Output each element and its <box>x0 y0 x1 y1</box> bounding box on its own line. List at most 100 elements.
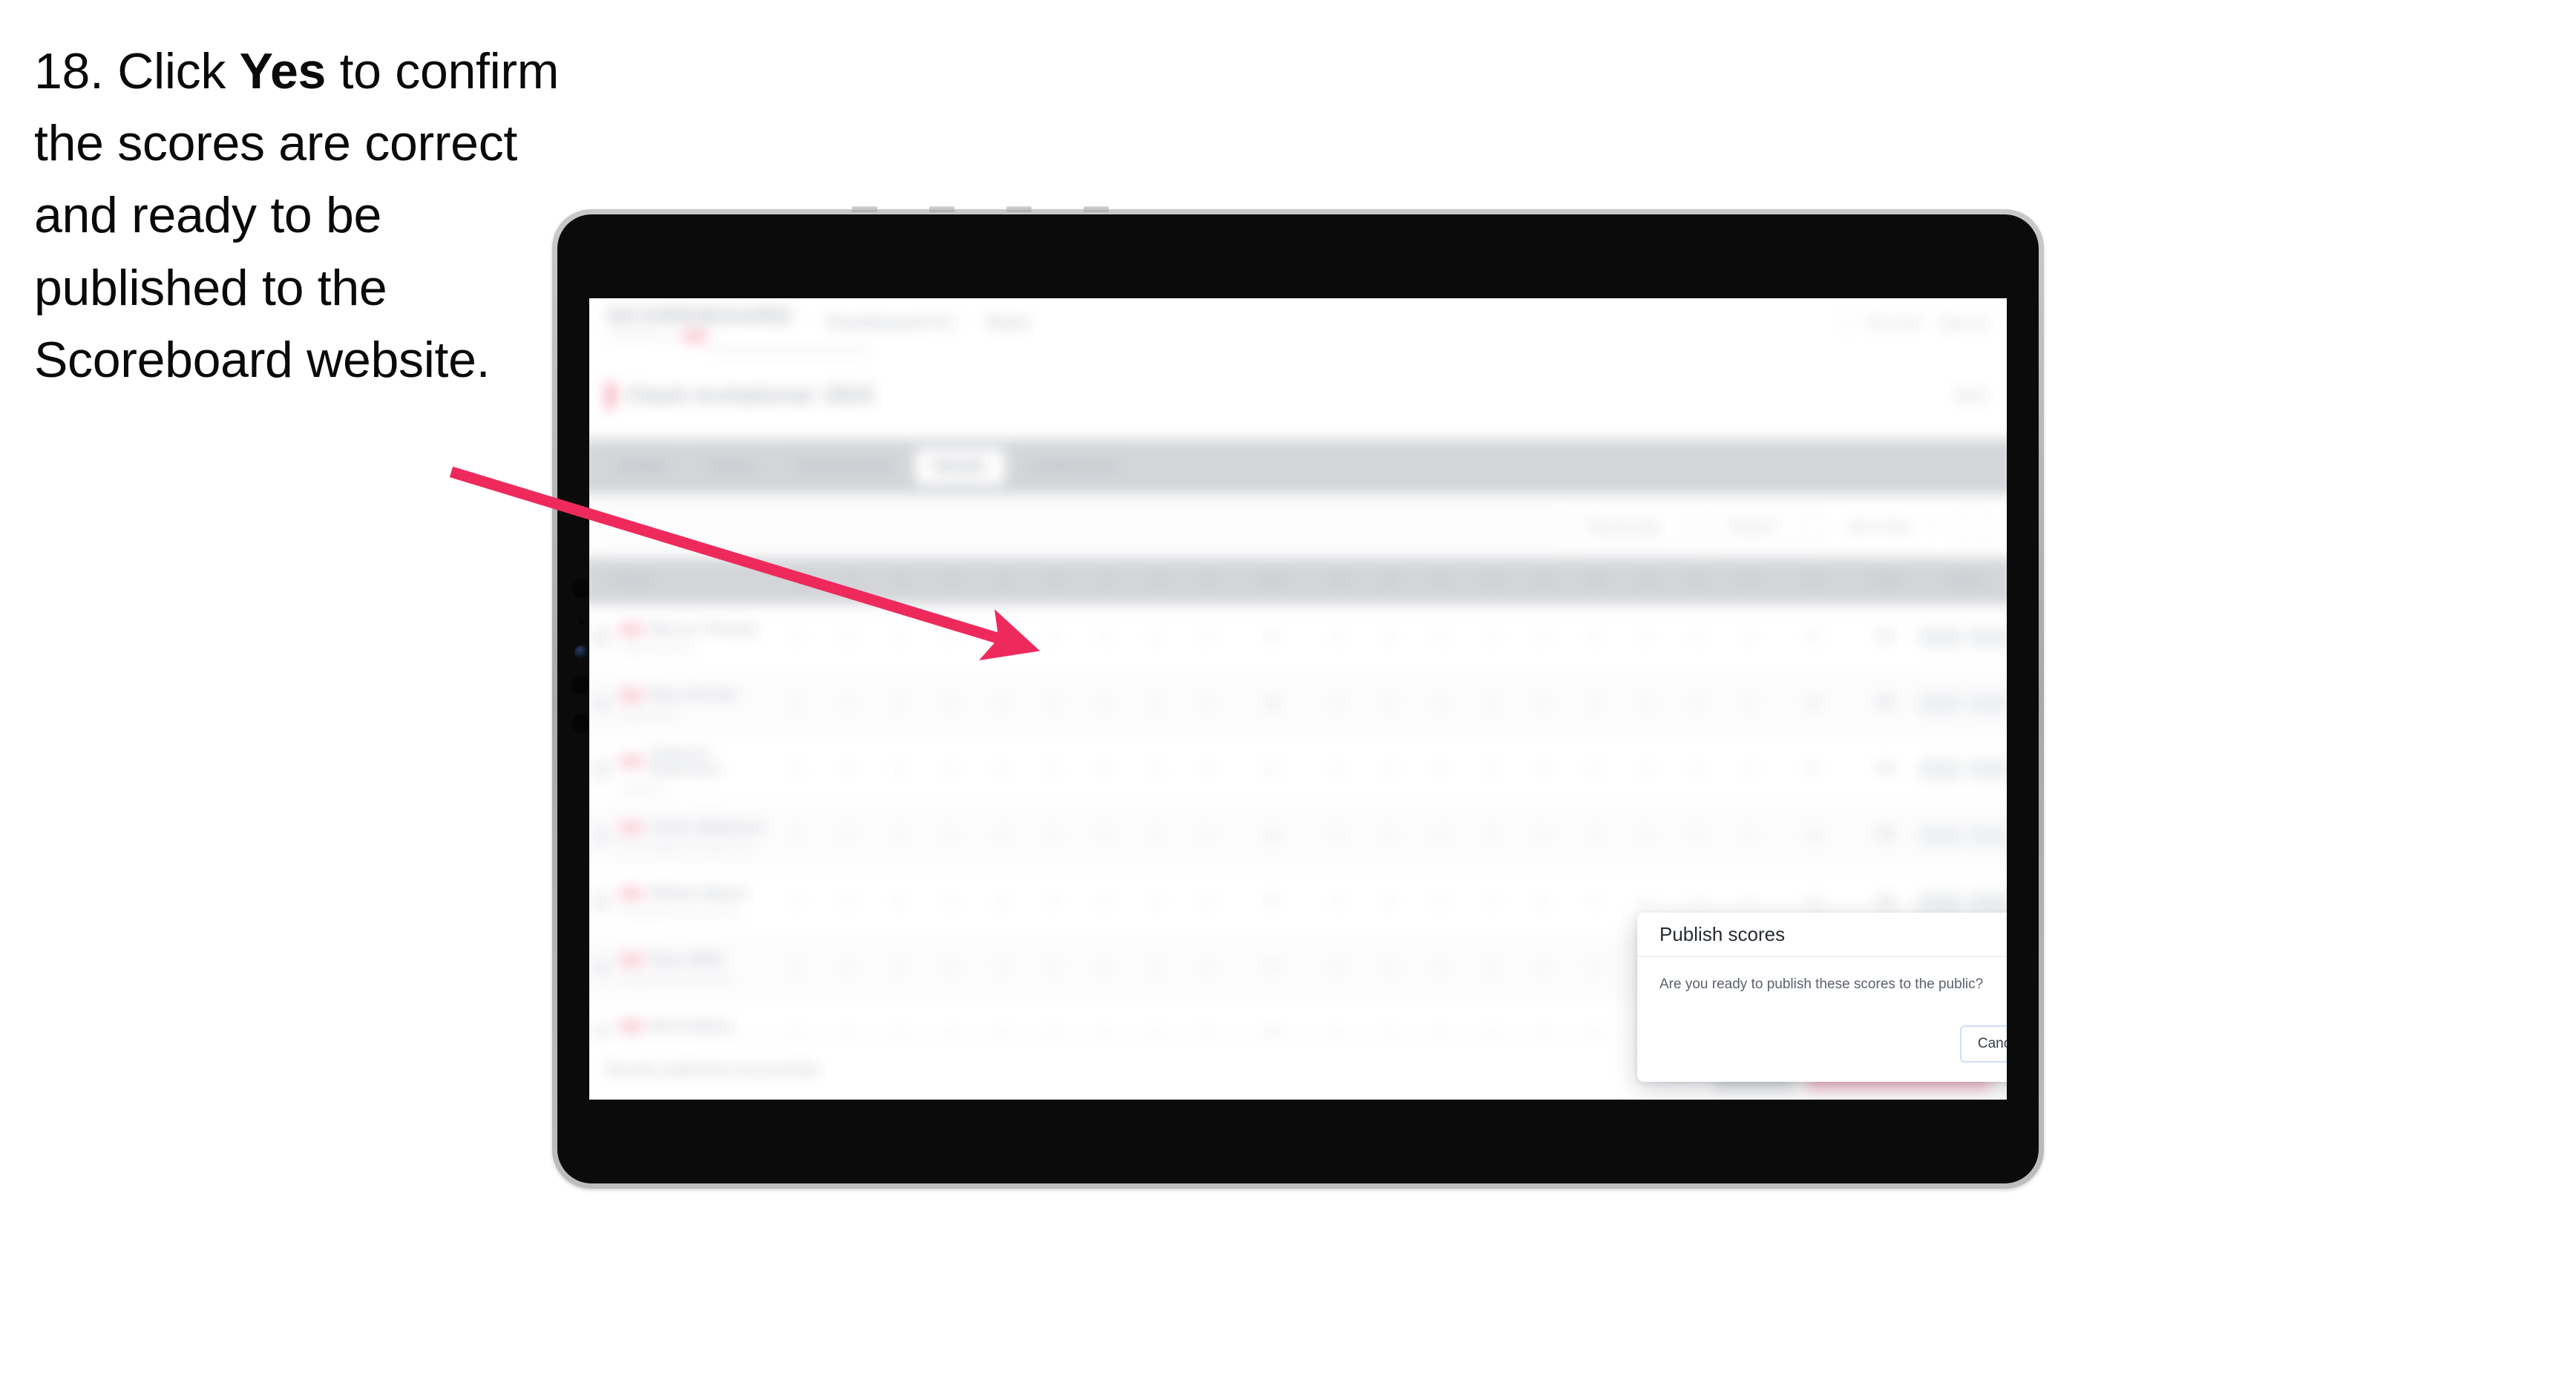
cell-hole-score[interactable]: 4 <box>1363 828 1415 843</box>
cell-subtotal[interactable]: 37 <box>1233 630 1311 645</box>
cell-hole-score[interactable]: 4 <box>770 630 822 645</box>
cell-hole-score[interactable]: 3 <box>822 894 873 909</box>
cell-hole-score[interactable]: 5 <box>1723 630 1774 645</box>
cell-hole-score[interactable]: 4 <box>1312 894 1363 909</box>
brand-logo[interactable]: SCOREBOARD POWERED BY <box>608 303 793 342</box>
cell-hole-score[interactable]: 3 <box>1078 762 1130 777</box>
cell-hole-score[interactable]: 5 <box>1466 828 1517 843</box>
cell-hole-score[interactable]: 4 <box>925 762 976 777</box>
cell-hole-score[interactable]: 5 <box>1671 828 1723 843</box>
cell-hole-score[interactable]: 4 <box>1723 828 1774 843</box>
status-publish-pill[interactable] <box>1968 892 2007 912</box>
cell-hole-score[interactable]: 3 <box>1130 894 1182 909</box>
status-approved-pill[interactable] <box>1919 826 1963 846</box>
cell-hole-score[interactable]: 3 <box>1415 630 1466 645</box>
cell-hole-score[interactable]: 3 <box>1466 696 1517 711</box>
cell-hole-score[interactable]: 5 <box>1723 894 1774 909</box>
cell-hole-score[interactable]: 5 <box>1415 762 1466 777</box>
cell-hole-score[interactable]: 5 <box>976 894 1027 909</box>
cell-hole-score[interactable]: 5 <box>976 696 1027 711</box>
row-checkbox[interactable] <box>591 892 612 912</box>
status-publish-pill[interactable] <box>1968 627 2007 648</box>
status-publish-pill[interactable] <box>1968 826 2007 846</box>
tab-course-setup[interactable]: Course Setup <box>779 449 911 485</box>
back-link[interactable]: Back <box>1955 387 1988 404</box>
tab-results[interactable]: Results <box>914 449 1006 485</box>
table-row[interactable]: Rhys Parnell Coast Links 5 4 4 3 5 4 4 4 5 38 5 4 4 3 5 4… <box>589 670 2007 738</box>
cell-hole-score[interactable]: 4 <box>1182 828 1233 843</box>
cell-subtotal[interactable]: 38 <box>1233 696 1311 711</box>
device-top-button-1[interactable] <box>852 206 877 212</box>
cell-hole-score[interactable]: 4 <box>1078 696 1130 711</box>
status-publish-pill[interactable] <box>1968 693 2007 714</box>
status-approved-pill[interactable] <box>1919 693 1963 714</box>
sort-select[interactable]: Sort: Entry ▼ <box>1834 509 1951 544</box>
cell-hole-score[interactable]: 4 <box>822 696 873 711</box>
cell-hole-score[interactable]: 5 <box>1363 630 1415 645</box>
cell-hole-score[interactable]: 4 <box>925 894 976 909</box>
device-top-button-4[interactable] <box>1084 206 1109 212</box>
cell-total[interactable]: 75 <box>1853 893 1916 910</box>
sign-out-link[interactable]: Sign out <box>1938 315 1988 330</box>
cell-hole-score[interactable]: 4 <box>874 828 925 843</box>
cell-hole-score[interactable]: 4 <box>976 960 1027 975</box>
row-checkbox[interactable] <box>591 693 612 714</box>
cell-hole-score[interactable]: 5 <box>1312 960 1363 975</box>
cell-hole-score[interactable]: 4 <box>1182 630 1233 645</box>
cell-hole-score[interactable]: 4 <box>925 630 976 645</box>
cell-hole-score[interactable]: 4 <box>770 960 822 975</box>
cell-hole-score[interactable]: 4 <box>874 696 925 711</box>
cell-hole-score[interactable]: 3 <box>1027 960 1078 975</box>
cell-hole-score[interactable]: 5 <box>1518 696 1569 711</box>
cell-hole-score[interactable]: 4 <box>1466 960 1517 975</box>
cell-hole-score[interactable]: 3 <box>874 630 925 645</box>
cell-hole-score[interactable]: 3 <box>1518 762 1569 777</box>
device-top-button-3[interactable] <box>1006 206 1032 212</box>
cell-hole-score[interactable]: 4 <box>1027 696 1078 711</box>
cell-hole-score[interactable]: 4 <box>1466 894 1517 909</box>
cell-hole-score[interactable]: 5 <box>1363 894 1415 909</box>
cell-hole-score[interactable]: 4 <box>1518 828 1569 843</box>
cell-hole-score[interactable]: 4 <box>1671 894 1723 909</box>
cell-hole-score[interactable]: 4 <box>1027 828 1078 843</box>
cell-hole-score[interactable]: 4 <box>1466 762 1517 777</box>
cell-total[interactable]: 74 <box>1853 761 1916 778</box>
cell-hole-score[interactable]: 4 <box>1518 960 1569 975</box>
cell-hole-score[interactable]: 3 <box>1078 630 1130 645</box>
cell-hole-score[interactable]: 4 <box>1363 960 1415 975</box>
cell-hole-score[interactable]: 3 <box>976 828 1027 843</box>
cell-hole-score[interactable]: 4 <box>1130 960 1182 975</box>
cell-hole-score[interactable]: 5 <box>1182 894 1233 909</box>
cell-total[interactable]: 76 <box>1853 827 1916 844</box>
table-row[interactable]: Cameron Robertson Ridgeview 4 4 5 4 4 5 3 4 4 37 4 4 5… <box>589 736 2007 804</box>
cell-hole-score[interactable]: 4 <box>1182 762 1233 777</box>
cell-hole-score[interactable]: 4 <box>1182 960 1233 975</box>
cell-hole-score[interactable]: 4 <box>1415 696 1466 711</box>
cell-hole-score[interactable]: 4 <box>822 762 873 777</box>
cell-hole-score[interactable]: 4 <box>1518 630 1569 645</box>
row-checkbox[interactable] <box>591 627 612 648</box>
cell-hole-score[interactable]: 4 <box>822 960 873 975</box>
settings-icon[interactable] <box>1958 509 1992 543</box>
cell-hole-score[interactable]: 5 <box>1182 696 1233 711</box>
status-approved-pill[interactable] <box>1919 627 1963 648</box>
cell-hole-score[interactable]: 4 <box>1569 696 1620 711</box>
cell-hole-score[interactable]: 5 <box>925 960 976 975</box>
row-checkbox[interactable] <box>591 958 612 978</box>
cell-hole-score[interactable]: 4 <box>1312 762 1363 777</box>
cell-hole-score[interactable]: 4 <box>1671 762 1723 777</box>
cell-hole-score[interactable]: 5 <box>1130 630 1182 645</box>
cell-hole-score[interactable]: 4 <box>1130 696 1182 711</box>
cell-subtotal[interactable]: 37 <box>1233 960 1311 975</box>
device-top-button-2[interactable] <box>929 206 954 212</box>
table-row[interactable]: Marcus Thomas Eagle Golf Club 4 5 3 4 5 4 3 5 4 37 4… <box>589 604 2007 672</box>
cell-hole-score[interactable]: 3 <box>1415 960 1466 975</box>
row-checkbox[interactable] <box>591 826 612 846</box>
search-input[interactable] <box>604 507 1560 545</box>
cell-total[interactable]: 76 <box>1853 695 1916 712</box>
table-row[interactable]: Cohen Wakaunui North Harbour Country Club… <box>589 802 2007 870</box>
cell-hole-score[interactable]: 4 <box>1363 696 1415 711</box>
cell-hole-score[interactable]: 5 <box>770 696 822 711</box>
cell-hole-score[interactable]: 5 <box>770 828 822 843</box>
cell-hole-score[interactable]: 5 <box>1078 960 1130 975</box>
